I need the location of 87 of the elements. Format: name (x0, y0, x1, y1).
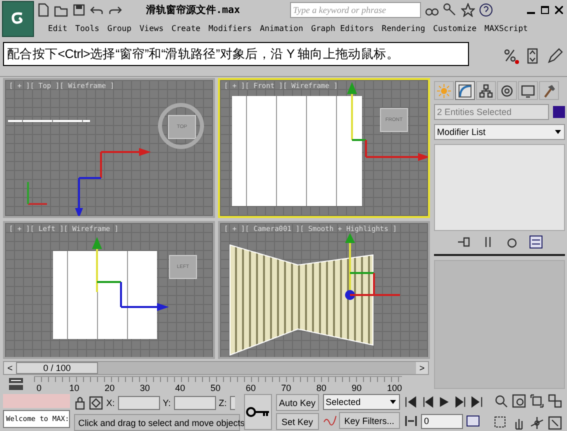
maximize-viewport-icon[interactable] (548, 416, 562, 430)
go-to-start-icon[interactable] (404, 395, 418, 409)
menu-item[interactable]: Graph Editors (307, 24, 378, 32)
new-file-icon[interactable] (36, 3, 50, 17)
star-icon[interactable] (461, 3, 475, 17)
hammer-icon (542, 84, 556, 98)
frame-number: 50 (210, 383, 220, 394)
x-label: X: (106, 398, 115, 408)
z-label: Z: (218, 398, 227, 408)
set-key-button[interactable]: Set Key (276, 413, 319, 430)
menu-item[interactable]: Animation (256, 24, 308, 32)
key-mode-dropdown[interactable]: Selected (322, 394, 400, 410)
auto-key-button[interactable]: Auto Key (276, 394, 319, 411)
orbit-icon[interactable] (530, 416, 544, 430)
absolute-mode-icon[interactable] (89, 396, 104, 410)
y-coordinate-field[interactable] (174, 396, 216, 410)
app-logo[interactable] (2, 1, 34, 37)
frame-number: 60 (246, 383, 256, 394)
hierarchy-icon (479, 84, 493, 98)
zoom-icon[interactable] (494, 394, 508, 408)
modifier-list-label: Modifier List (437, 127, 486, 137)
pin-stack-icon[interactable] (456, 235, 470, 249)
command-panel-tab[interactable] (539, 81, 559, 100)
track-bar[interactable]: 0 10 20 30 40 50 60 70 80 90 100 (34, 376, 402, 394)
key-mode-value: Selected (326, 397, 361, 407)
frame-number: 0 (35, 383, 42, 394)
previous-key-icon[interactable] (420, 395, 434, 409)
window-title: 滑轨窗帘源文件.max (146, 4, 242, 17)
previous-frame-button[interactable]: < (4, 362, 16, 374)
zoom-extents-icon[interactable] (530, 394, 544, 408)
set-keys-button[interactable] (244, 394, 272, 430)
sun-icon (437, 84, 451, 98)
search-field[interactable]: Type a keyword or phrase (290, 2, 421, 18)
menu-item[interactable]: Create (168, 24, 204, 32)
percent-snap-icon[interactable] (503, 48, 519, 64)
object-color-swatch[interactable] (553, 106, 565, 118)
close-icon[interactable] (555, 6, 563, 14)
frame-number: 90 (352, 383, 362, 394)
menu-item[interactable]: Views (135, 24, 168, 32)
configure-sets-icon[interactable] (528, 235, 542, 249)
y-label: Y: (162, 398, 171, 408)
zoom-all-icon[interactable] (512, 394, 526, 408)
time-slider-thumb[interactable]: 0 / 100 (16, 362, 98, 374)
frame-number: 30 (140, 383, 150, 394)
curve-icon (458, 84, 472, 98)
menu-item[interactable]: MAXScript (480, 24, 532, 32)
frame-number: 10 (69, 383, 80, 394)
frame-number: 80 (316, 383, 326, 394)
frame-number: 70 (281, 383, 292, 394)
save-icon[interactable] (72, 3, 86, 17)
command-panel-tab[interactable] (518, 81, 538, 100)
play-icon[interactable] (437, 395, 451, 409)
menu-item[interactable]: Tools (71, 24, 104, 32)
menu-item[interactable]: Group (103, 24, 136, 32)
lock-icon[interactable] (74, 396, 86, 410)
frame-number: 20 (104, 383, 115, 394)
key-filters-button[interactable]: Key Filters... (338, 412, 400, 429)
go-to-end-icon[interactable] (470, 395, 484, 409)
frame-number: 40 (175, 383, 186, 394)
pencil-icon[interactable] (547, 48, 563, 64)
zoom-extents-all-icon[interactable] (548, 394, 562, 408)
viewcube-ring (157, 102, 205, 150)
modifier-list-dropdown[interactable]: Modifier List (434, 124, 565, 140)
command-panel-tab[interactable] (476, 81, 496, 100)
time-configuration-icon[interactable] (8, 377, 24, 391)
frame-number: 100 (386, 383, 402, 394)
menu-item[interactable]: Customize (429, 24, 481, 32)
key-mode-toggle-icon[interactable] (404, 414, 418, 428)
next-frame-button[interactable]: > (416, 362, 428, 374)
tangent-icon[interactable] (322, 414, 337, 428)
region-zoom-icon[interactable] (494, 416, 508, 430)
circle-icon (500, 84, 514, 98)
x-coordinate-field[interactable] (118, 396, 160, 410)
current-frame-field[interactable]: 0 (421, 414, 463, 428)
command-panel-tab[interactable] (497, 81, 517, 100)
z-coordinate-field[interactable] (230, 396, 235, 410)
menu-item[interactable]: Edit (44, 24, 72, 32)
time-configuration-icon[interactable] (466, 414, 480, 428)
monitor-icon (521, 84, 535, 98)
help-icon[interactable] (479, 3, 493, 17)
next-key-icon[interactable] (454, 395, 468, 409)
maxscript-listener-field[interactable] (3, 394, 70, 408)
menu-item[interactable]: Modifiers (204, 24, 256, 32)
instruction-caption: 配合按下<Ctrl>选择“窗帘”和“滑轨路径”对象后，沿 Y 轴向上拖动鼠标。 (3, 42, 469, 66)
command-panel-tab[interactable] (455, 81, 475, 100)
maximize-icon[interactable] (541, 6, 549, 14)
menu-item[interactable]: Rendering (378, 24, 430, 32)
